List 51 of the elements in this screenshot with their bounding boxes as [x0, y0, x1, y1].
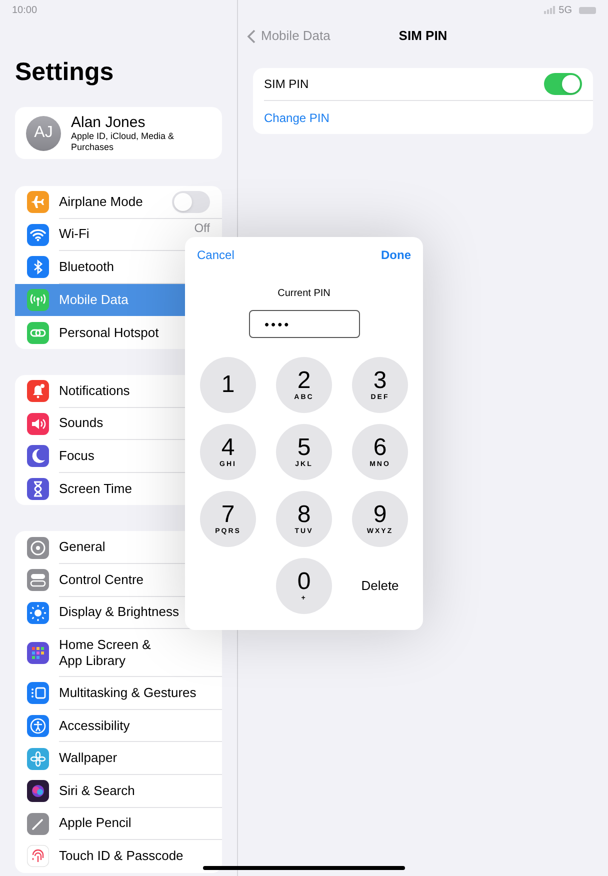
keypad-key[interactable]: 1	[200, 357, 256, 413]
row-label: Control Centre	[59, 572, 145, 588]
settings-row[interactable]: Siri & Search	[15, 774, 222, 808]
row-value: Off	[194, 222, 210, 235]
settings-row[interactable]: Wallpaper	[15, 742, 222, 775]
delete-button[interactable]: Delete	[361, 576, 399, 596]
row-label: Home Screen & App Library	[59, 636, 151, 669]
row-label: General	[59, 539, 106, 556]
toggle-switch[interactable]	[544, 73, 582, 95]
row-label: Screen Time	[59, 481, 133, 498]
row-label: Display & Brightness	[59, 604, 180, 620]
row-label: Accessibility	[59, 718, 131, 734]
row-label: Airplane Mode	[59, 194, 144, 210]
row-label: SIM PIN	[264, 76, 310, 93]
done-button[interactable]: Done	[381, 247, 411, 263]
row-label: Personal Hotspot	[59, 324, 160, 341]
row-label: Notifications	[59, 382, 131, 399]
profile-card[interactable]: AJ Alan Jones Apple ID, iCloud, Media & Purchases	[15, 107, 222, 159]
cancel-button[interactable]: Cancel	[197, 247, 234, 263]
row-label: Bluetooth	[59, 258, 115, 275]
row-label: Touch ID & Passcode	[59, 848, 184, 864]
pin-prompt: Current PIN	[278, 288, 330, 300]
page-title: Settings	[15, 57, 115, 87]
nav-title: SIM PIN	[398, 27, 448, 46]
change-pin-link[interactable]: Change PIN	[264, 108, 330, 126]
row-label: Wi-Fi	[59, 226, 90, 242]
avatar: AJ	[26, 116, 61, 150]
settings-row[interactable]: Touch ID & Passcode	[15, 840, 222, 873]
network-label: 5G	[558, 4, 572, 18]
home-indicator[interactable]	[203, 866, 405, 870]
settings-row[interactable]: Airplane Mode	[15, 186, 222, 219]
profile-name: Alan Jones	[71, 114, 146, 130]
row-label: Multitasking & Gestures	[59, 684, 198, 701]
signal-icon	[544, 6, 556, 14]
row-label: Mobile Data	[59, 292, 130, 308]
settings-row[interactable]: Multitasking & Gestures	[15, 677, 222, 710]
row-label: Sounds	[59, 415, 104, 432]
chevron-left-icon	[247, 28, 256, 44]
row-label: Siri & Search	[59, 782, 136, 799]
settings-row[interactable]: Personal Hotspot	[15, 316, 222, 349]
toggle-switch[interactable]	[172, 190, 210, 213]
status-time: 10:00	[12, 4, 38, 18]
row-label: Wallpaper	[59, 750, 118, 766]
settings-row[interactable]: Apple Pencil	[15, 808, 222, 840]
row-label: Focus	[59, 448, 96, 464]
settings-row[interactable]: Accessibility	[15, 710, 222, 742]
settings-row[interactable]: Home Screen & App Library	[15, 629, 222, 678]
battery-icon	[579, 6, 596, 14]
profile-subtitle: Apple ID, iCloud, Media & Purchases	[71, 130, 176, 152]
pin-field[interactable]: ••••	[248, 310, 360, 338]
row-label: Apple Pencil	[59, 815, 132, 832]
